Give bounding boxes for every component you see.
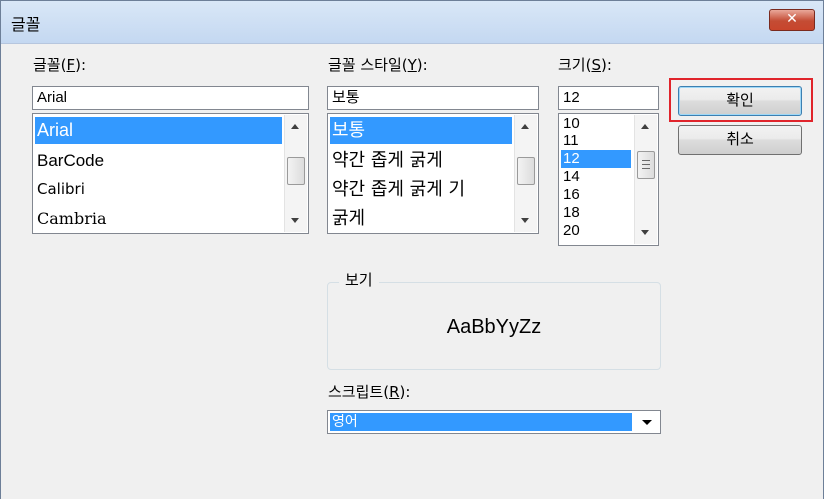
font-listbox[interactable]: Arial BarCode Calibri Cambria: [32, 113, 309, 234]
grip-line: [642, 168, 650, 169]
size-item-12[interactable]: 12: [561, 150, 631, 168]
grip-line: [642, 160, 650, 161]
dialog-title: 글꼴: [11, 15, 41, 34]
scroll-thumb[interactable]: [637, 151, 655, 179]
script-label-prefix: 스크립트(: [328, 383, 390, 401]
script-select[interactable]: 영어: [327, 410, 661, 434]
size-item-10[interactable]: 10: [561, 115, 580, 133]
scroll-up-icon[interactable]: [291, 124, 299, 129]
font-label-prefix: 글꼴(: [33, 56, 67, 74]
font-label-key: F: [66, 56, 76, 74]
size-label-prefix: 크기(: [558, 56, 592, 74]
font-item-barcode[interactable]: BarCode: [35, 147, 104, 174]
scroll-up-icon[interactable]: [641, 124, 649, 129]
size-item-14[interactable]: 14: [561, 168, 580, 186]
ok-button-highlight: [669, 78, 813, 122]
font-list-scrollbar[interactable]: [284, 115, 307, 232]
font-dialog: 글꼴 ✕ 글꼴(F): Arial Arial BarCode Calibri …: [0, 0, 824, 499]
size-item-18[interactable]: 18: [561, 204, 580, 222]
size-item-20[interactable]: 20: [561, 222, 580, 240]
size-label: 크기(S):: [558, 54, 612, 75]
scroll-thumb[interactable]: [517, 157, 535, 185]
script-label: 스크립트(R):: [328, 381, 410, 402]
script-label-suffix: ):: [399, 383, 411, 401]
cancel-button[interactable]: 취소: [678, 125, 802, 155]
style-listbox[interactable]: 보통 약간 좁게 굵게 약간 좁게 굵게 기 굵게: [327, 113, 539, 234]
preview-label: 보기: [339, 269, 379, 290]
size-item-16[interactable]: 16: [561, 186, 580, 204]
style-list-scrollbar[interactable]: [514, 115, 537, 232]
font-size-input[interactable]: 12: [558, 86, 659, 110]
title-bar: 글꼴 ✕: [1, 1, 823, 44]
scroll-down-icon[interactable]: [641, 230, 649, 235]
style-label-suffix: ):: [416, 56, 428, 74]
font-item-cambria[interactable]: Cambria: [35, 205, 107, 232]
font-item-calibri[interactable]: Calibri: [35, 176, 85, 203]
preview-sample-text: AaBbYyZz: [446, 316, 542, 338]
scroll-down-icon[interactable]: [291, 218, 299, 223]
font-item-arial[interactable]: Arial: [35, 117, 282, 144]
style-label-prefix: 글꼴 스타일(: [328, 56, 408, 74]
size-item-11[interactable]: 11: [561, 132, 579, 150]
font-name-input[interactable]: Arial: [32, 86, 309, 110]
scroll-thumb[interactable]: [287, 157, 305, 185]
font-label-suffix: ):: [75, 56, 86, 74]
script-selected-value: 영어: [330, 413, 632, 431]
close-icon: ✕: [786, 11, 798, 27]
style-label: 글꼴 스타일(Y):: [328, 54, 428, 75]
script-label-key: R: [389, 383, 400, 401]
style-item-bold[interactable]: 굵게: [330, 205, 365, 232]
size-label-suffix: ):: [600, 56, 612, 74]
size-list-scrollbar[interactable]: [634, 115, 657, 244]
style-label-key: Y: [407, 56, 417, 74]
style-item-narrow-bold[interactable]: 약간 좁게 굵게: [330, 147, 443, 174]
style-item-regular[interactable]: 보통: [330, 117, 512, 144]
grip-line: [642, 164, 650, 165]
size-listbox[interactable]: 10 11 12 14 16 18 20: [558, 113, 659, 246]
scroll-down-icon[interactable]: [521, 218, 529, 223]
chevron-down-icon[interactable]: [642, 420, 652, 425]
style-item-narrow-bold-italic[interactable]: 약간 좁게 굵게 기: [330, 176, 465, 203]
scroll-up-icon[interactable]: [521, 124, 529, 129]
font-style-input[interactable]: 보통: [327, 86, 539, 110]
close-button[interactable]: ✕: [769, 9, 815, 31]
font-label: 글꼴(F):: [33, 54, 86, 75]
size-label-key: S: [591, 56, 601, 74]
